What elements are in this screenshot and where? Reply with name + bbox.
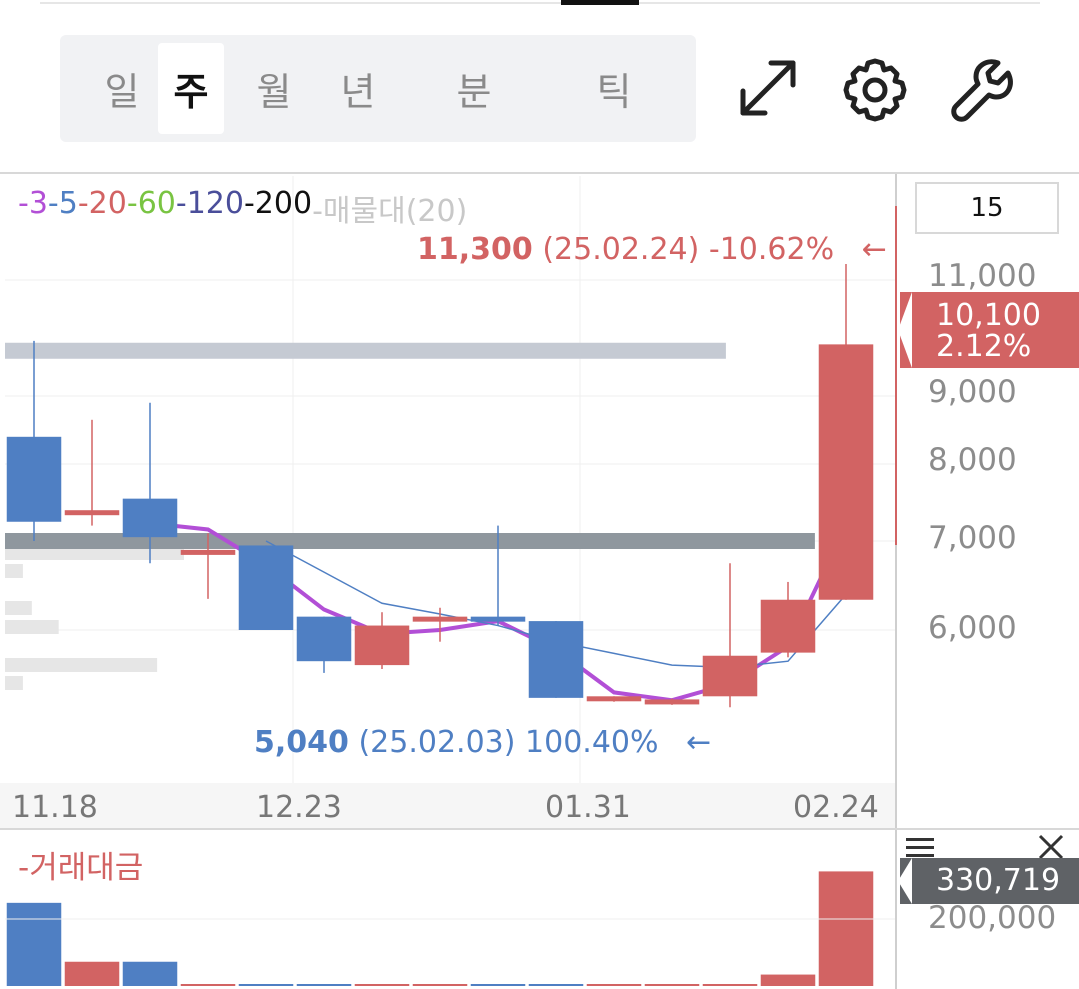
x-tick-label: 12.23 [256,790,342,825]
current-change-pct: 2.12% [936,329,1032,364]
legend-item-60: -60 [126,186,176,221]
x-tick-label: 01.31 [545,790,631,825]
volume-bar [296,984,352,986]
low-price-value: 5,040 [254,725,349,760]
candle-body [760,599,816,653]
volume-bar [760,974,816,986]
low-price-date: (25.02.03) [358,725,516,760]
legend-item-20: -20 [77,186,127,221]
legend-item-volume-profile: -매물대(20) [312,194,468,229]
volume-current-value: 330,719 [936,863,1061,898]
y-tick-7000: 7,000 [928,520,1017,556]
candle-body [412,616,468,622]
y-tick-8000: 8,000 [928,442,1017,478]
volume-profile-bar [5,676,23,690]
x-tick-label: 02.24 [793,790,879,825]
volume-y-tick: 200,000 [928,900,1057,936]
legend-item-200: -200 [243,186,313,221]
legend-item-3: -3 [18,186,48,221]
hamburger-icon[interactable] [906,836,934,858]
volume-current-tag: 330,719 [898,858,1079,904]
x-tick-label: 11.18 [12,790,98,825]
y-tick-9000: 9,000 [928,374,1017,410]
volume-bar [528,984,584,986]
y-tick-11000: 11,000 [928,258,1037,294]
ma-legend: -3 -5 -20 -60 -120 -200 -매물대(20) [18,186,467,230]
candle-body [644,699,700,705]
volume-profile-bar [5,658,158,672]
current-price: 10,100 [936,298,1041,333]
volume-bar [412,984,468,986]
visible-count-box[interactable]: 15 [915,182,1059,234]
low-arrow-icon: ← [686,725,712,760]
high-arrow-icon: ← [861,232,887,267]
volume-bar [122,961,178,986]
volume-bar [644,984,700,986]
volume-bar [702,984,758,986]
current-price-tag: 10,100 2.12% [898,292,1079,368]
volume-profile-bar [5,564,23,578]
high-price-pct: -10.62% [708,232,835,267]
candle-body [528,621,584,698]
y-tick-6000: 6,000 [928,610,1017,646]
volume-profile-band [5,342,726,359]
candle-body [470,616,526,622]
candle-body [818,344,874,600]
candle-body [180,549,236,555]
legend-item-5: -5 [47,186,78,221]
volume-bar [6,902,62,986]
volume-bar [818,871,874,986]
volume-bar [586,984,642,986]
candle-body [354,625,410,666]
low-price-marker: 5,040 (25.02.03) 100.40% ← [254,725,711,760]
volume-bar [180,984,236,986]
candle-body [702,655,758,697]
candle-body [238,545,294,630]
high-price-value: 11,300 [417,232,533,267]
volume-panel-border [0,828,1079,830]
candle-body [586,696,642,702]
volume-bar [354,984,410,986]
high-price-marker: 11,300 (25.02.24) -10.62% ← [417,232,887,267]
volume-axis-divider [895,830,897,989]
high-price-date: (25.02.24) [542,232,700,267]
low-price-pct: 100.40% [525,725,659,760]
candle-body [64,510,120,516]
volume-profile-bar [5,620,59,634]
volume-bar [64,961,120,986]
candle-body [122,498,178,538]
volume-panel-title: -거래대금 [18,850,144,886]
x-axis [0,783,895,828]
volume-profile-bar [5,601,32,615]
volume-bar [470,984,526,986]
volume-bar [238,984,294,986]
legend-item-120: -120 [175,186,244,221]
candle-body [6,436,62,522]
candle-body [296,616,352,662]
